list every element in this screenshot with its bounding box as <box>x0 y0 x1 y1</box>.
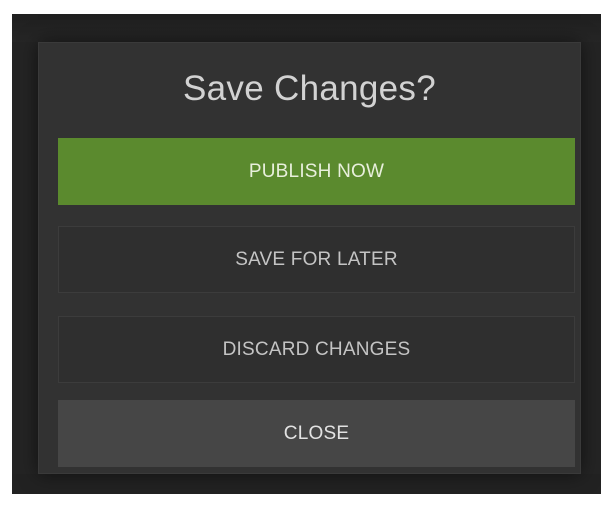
background-panel-left <box>12 42 38 494</box>
dialog-title: Save Changes? <box>183 69 436 108</box>
discard-changes-label: DISCARD CHANGES <box>222 338 411 360</box>
save-for-later-button[interactable]: SAVE FOR LATER <box>58 226 575 293</box>
background-panel-bottom <box>12 474 601 494</box>
publish-now-button[interactable]: PUBLISH NOW <box>58 138 575 205</box>
close-label: CLOSE <box>283 422 350 444</box>
discard-changes-button[interactable]: DISCARD CHANGES <box>58 316 575 383</box>
save-changes-dialog: Save Changes? PUBLISH NOW SAVE FOR LATER… <box>38 42 581 474</box>
publish-now-label: PUBLISH NOW <box>248 160 385 182</box>
close-button[interactable]: CLOSE <box>58 400 575 467</box>
save-for-later-label: SAVE FOR LATER <box>235 248 398 270</box>
app-window: Save Changes? PUBLISH NOW SAVE FOR LATER… <box>12 14 601 494</box>
background-panel-right <box>581 42 601 494</box>
background-toolbar <box>12 14 601 42</box>
